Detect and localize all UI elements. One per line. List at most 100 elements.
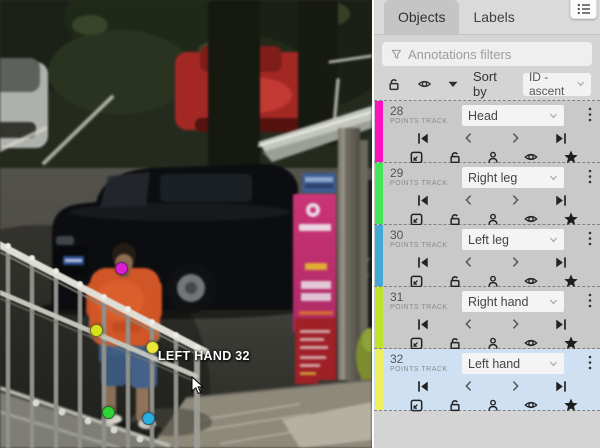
object-menu-button[interactable]	[588, 105, 592, 127]
prev-keyframe-button[interactable]	[462, 255, 476, 269]
chevron-down-icon	[549, 299, 558, 305]
eye-icon	[523, 212, 539, 226]
objects-list: 28 POINTS TRACK Head	[374, 100, 600, 411]
person-icon	[486, 398, 500, 413]
tab-objects[interactable]: Objects	[384, 0, 459, 34]
occluded-button[interactable]	[486, 398, 500, 413]
object-item-29[interactable]: 29 POINTS TRACK Right leg	[374, 163, 600, 225]
first-keyframe-button[interactable]	[416, 317, 431, 332]
objects-sidebar: Objects Labels Annotations filters	[372, 0, 600, 448]
lock-icon	[448, 398, 462, 413]
object-menu-button[interactable]	[588, 167, 592, 189]
last-keyframe-icon	[553, 131, 568, 146]
object-type: POINTS TRACK	[390, 117, 456, 126]
chevron-down-icon	[549, 237, 558, 243]
last-keyframe-button[interactable]	[553, 131, 568, 146]
last-keyframe-button[interactable]	[553, 379, 568, 394]
chevron-right-icon	[508, 255, 522, 269]
last-keyframe-button[interactable]	[553, 193, 568, 208]
hidden-button[interactable]	[523, 274, 539, 288]
object-menu-button[interactable]	[588, 353, 592, 375]
hidden-button[interactable]	[523, 150, 539, 164]
point-right-leg[interactable]	[102, 406, 115, 419]
lock-button[interactable]	[448, 398, 462, 413]
prev-keyframe-button[interactable]	[462, 379, 476, 393]
prev-keyframe-button[interactable]	[462, 317, 476, 331]
object-item-32[interactable]: 32 POINTS TRACK Left hand	[374, 349, 600, 411]
chevron-right-icon	[508, 193, 522, 207]
first-keyframe-icon	[416, 131, 431, 146]
annotations-filter-input[interactable]: Annotations filters	[382, 42, 592, 66]
sort-select[interactable]: ID - ascent	[523, 73, 591, 96]
chevron-down-icon	[549, 361, 558, 367]
object-label-select[interactable]: Right hand	[462, 291, 564, 312]
chevron-right-icon	[508, 131, 522, 145]
first-keyframe-button[interactable]	[416, 131, 431, 146]
chevron-down-icon	[549, 175, 558, 181]
chevron-left-icon	[462, 379, 476, 393]
video-canvas[interactable]: LEFT HAND 32	[0, 0, 372, 448]
lock-all-button[interactable]	[387, 77, 401, 92]
object-id: 31	[390, 292, 456, 303]
last-keyframe-icon	[553, 193, 568, 208]
caret-down-icon	[448, 81, 458, 88]
next-keyframe-button[interactable]	[508, 255, 522, 269]
object-id: 29	[390, 168, 456, 179]
object-label-select[interactable]: Left hand	[462, 353, 564, 374]
prev-keyframe-button[interactable]	[462, 193, 476, 207]
object-label-select[interactable]: Left leg	[462, 229, 564, 250]
chevron-right-icon	[508, 379, 522, 393]
list-icon	[577, 3, 591, 15]
tab-labels[interactable]: Labels	[459, 0, 528, 34]
eye-icon	[523, 336, 539, 350]
first-keyframe-icon	[416, 255, 431, 270]
star-icon	[563, 397, 579, 413]
hidden-button[interactable]	[523, 212, 539, 226]
point-right-hand[interactable]	[90, 324, 103, 337]
sort-by-label: Sort by	[473, 69, 508, 99]
keyframe-button[interactable]	[563, 397, 579, 413]
vertical-dots-icon	[588, 169, 592, 184]
object-type: POINTS TRACK	[390, 303, 456, 312]
filter-placeholder: Annotations filters	[408, 47, 511, 62]
chevron-left-icon	[462, 193, 476, 207]
eye-icon	[416, 77, 433, 91]
point-head[interactable]	[115, 262, 128, 275]
first-keyframe-button[interactable]	[416, 255, 431, 270]
object-label-select[interactable]: Head	[462, 105, 564, 126]
object-label-select[interactable]: Right leg	[462, 167, 564, 188]
expand-all-button[interactable]	[448, 81, 458, 88]
sort-value: ID - ascent	[529, 70, 578, 98]
first-keyframe-icon	[416, 193, 431, 208]
last-keyframe-button[interactable]	[553, 317, 568, 332]
last-keyframe-icon	[553, 379, 568, 394]
sidebar-collapse-button[interactable]	[570, 0, 597, 19]
hidden-button[interactable]	[523, 336, 539, 350]
object-menu-button[interactable]	[588, 229, 592, 251]
hidden-button[interactable]	[523, 398, 539, 412]
next-keyframe-button[interactable]	[508, 131, 522, 145]
object-id: 30	[390, 230, 456, 241]
vertical-dots-icon	[588, 107, 592, 122]
outside-button[interactable]	[409, 398, 424, 413]
next-keyframe-button[interactable]	[508, 317, 522, 331]
filter-funnel-icon	[391, 49, 402, 60]
next-keyframe-button[interactable]	[508, 379, 522, 393]
object-color-bar	[375, 287, 383, 348]
object-menu-button[interactable]	[588, 291, 592, 313]
object-item-31[interactable]: 31 POINTS TRACK Right hand	[374, 287, 600, 349]
first-keyframe-button[interactable]	[416, 193, 431, 208]
point-left-leg[interactable]	[142, 412, 155, 425]
object-type: POINTS TRACK	[390, 179, 456, 188]
next-keyframe-button[interactable]	[508, 193, 522, 207]
hide-all-button[interactable]	[416, 77, 433, 91]
first-keyframe-button[interactable]	[416, 379, 431, 394]
prev-keyframe-button[interactable]	[462, 131, 476, 145]
last-keyframe-button[interactable]	[553, 255, 568, 270]
selected-object-tag: LEFT HAND 32	[158, 349, 250, 363]
vertical-dots-icon	[588, 293, 592, 308]
object-id: 28	[390, 106, 456, 117]
object-item-28[interactable]: 28 POINTS TRACK Head	[374, 101, 600, 163]
object-color-bar	[375, 101, 383, 162]
object-item-30[interactable]: 30 POINTS TRACK Left leg	[374, 225, 600, 287]
